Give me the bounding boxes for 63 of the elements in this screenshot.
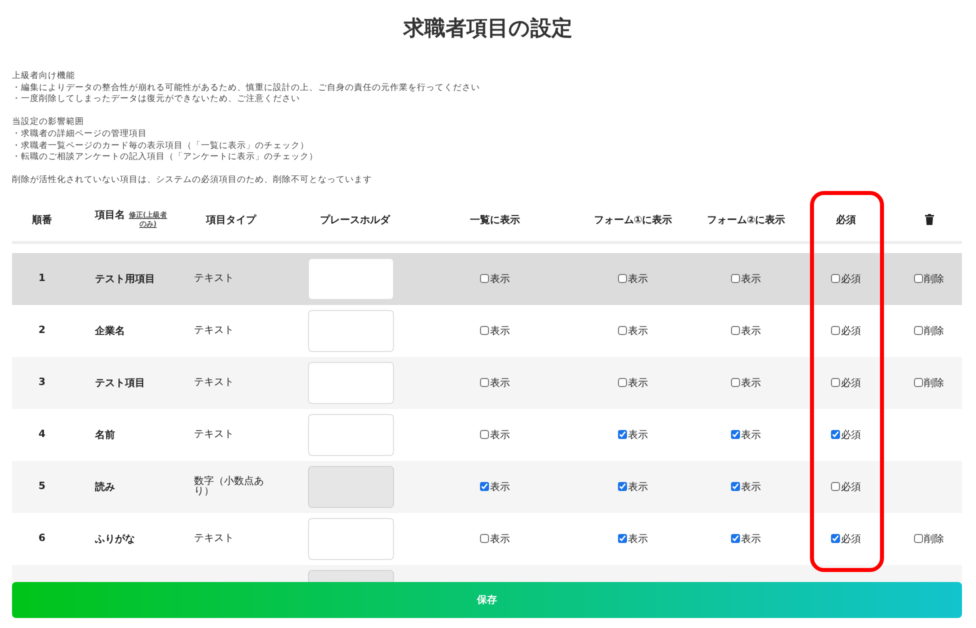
checkbox-label: 表示 <box>490 532 510 546</box>
item-type: テキスト <box>193 274 235 284</box>
checkbox-label: 表示 <box>490 324 510 338</box>
checkbox-label: 表示 <box>490 376 510 390</box>
column-header: 項目名 <box>95 210 125 220</box>
item-type: テキスト <box>193 326 235 336</box>
checkbox-label: 表示 <box>741 272 761 286</box>
page-title: 求職者項目の設定 <box>402 15 574 42</box>
checkbox-label: 表示 <box>490 428 510 442</box>
column-header: 一覧に表示 <box>469 214 521 227</box>
item-name: 名前 <box>94 428 116 442</box>
row-number: 3 <box>38 377 46 388</box>
item-type: テキスト <box>193 378 235 388</box>
checkbox-label: 表示 <box>628 376 648 390</box>
item-name: 企業名 <box>94 324 126 338</box>
row-number: 6 <box>38 533 46 544</box>
item-type: 数字（小数点あり） <box>193 476 265 497</box>
item-type: テキスト <box>193 430 235 440</box>
item-type: テキスト <box>193 534 235 544</box>
column-header: フォーム①に表示 <box>592 214 674 227</box>
column-header: 順番 <box>30 214 53 227</box>
column-header: 項目タイプ <box>204 213 258 227</box>
item-name: ふりがな <box>94 532 136 546</box>
checkbox-label: 表示 <box>741 324 761 338</box>
checkbox-label: 表示 <box>490 480 510 494</box>
checkbox-label: 表示 <box>741 532 761 546</box>
row-number: 2 <box>38 325 46 336</box>
item-name: テスト項目 <box>94 376 146 390</box>
checkbox-label: 削除 <box>924 532 944 546</box>
note-text: ・求職者一覧ページのカード毎の表示項目（「一覧に表示」のチェック） <box>12 140 310 152</box>
checkbox-label: 表示 <box>628 272 648 286</box>
checkbox-label: 表示 <box>741 376 761 390</box>
row-number: 5 <box>38 481 46 492</box>
checkbox-label: 削除 <box>924 272 944 286</box>
checkbox-label: 表示 <box>628 428 648 442</box>
note-text: ・一度削除してしまったデータは復元ができないため、ご注意ください <box>12 94 301 106</box>
checkbox-label: 表示 <box>741 428 761 442</box>
checkbox-label: 表示 <box>628 480 648 494</box>
row-number: 1 <box>38 273 46 284</box>
checkbox-label: 表示 <box>741 480 761 494</box>
column-header: 必須 <box>835 214 857 227</box>
checkbox-label: 必須 <box>841 376 861 390</box>
checkbox-label: 表示 <box>490 272 510 286</box>
checkbox-label: 必須 <box>841 428 861 442</box>
checkbox-label: 必須 <box>841 532 861 546</box>
checkbox-label: 表示 <box>628 324 648 338</box>
checkbox-label: 必須 <box>841 480 861 494</box>
note-text: ・求職者の詳細ページの管理項目 <box>12 128 148 141</box>
note-text: 上級者向け機能 <box>12 71 76 83</box>
checkbox-label: 削除 <box>924 324 944 338</box>
checkbox-label: 表示 <box>628 532 648 546</box>
note-text: ・編集によりデータの整合性が崩れる可能性があるため、慎重に設計の上、ご自身の責任の元作業を行ってください <box>12 82 481 94</box>
item-name: テスト用項目 <box>94 272 156 286</box>
checkbox-label: 必須 <box>841 324 861 338</box>
column-header: プレースホルダ <box>319 213 392 227</box>
note-text: 削除が活性化されていない項目は、システムの必須項目のため、削除不可となっています <box>12 175 373 187</box>
checkbox-label: 必須 <box>841 272 861 286</box>
checkbox-label: 削除 <box>924 376 944 390</box>
note-text: 当設定の影響範囲 <box>12 117 85 129</box>
note-text: ・転職のご相談アンケートの記入項目（「アンケートに表示」のチェック） <box>12 152 319 164</box>
column-header: フォーム②に表示 <box>706 214 786 227</box>
item-name: 読み <box>94 480 116 494</box>
row-number: 4 <box>38 429 46 440</box>
